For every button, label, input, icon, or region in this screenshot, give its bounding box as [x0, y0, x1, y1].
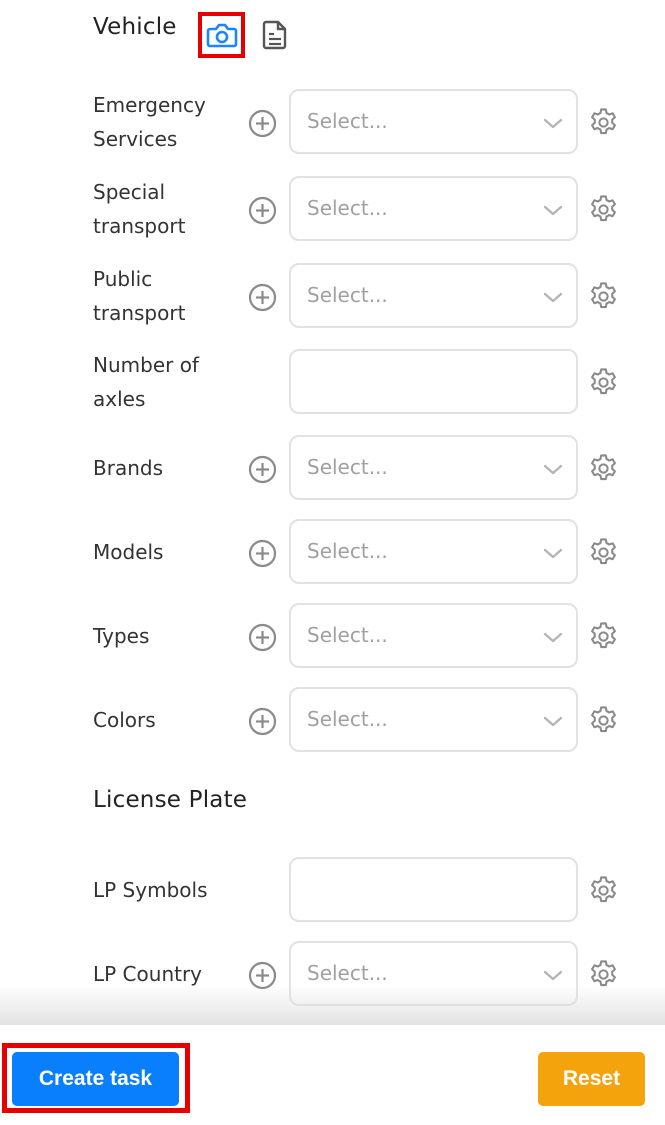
types-select[interactable]: Select...: [289, 603, 578, 668]
gear-icon[interactable]: [587, 874, 620, 907]
gear-icon[interactable]: [587, 280, 620, 313]
add-icon[interactable]: [248, 707, 277, 736]
create-task-button[interactable]: Create task: [12, 1052, 179, 1106]
vehicle-section-title: Vehicle: [93, 14, 177, 40]
chevron-down-icon[interactable]: [542, 965, 564, 985]
form-row-types: Types Select...: [0, 603, 665, 669]
gear-icon[interactable]: [587, 704, 620, 737]
form-row-colors: Colors Select...: [0, 687, 665, 753]
add-icon[interactable]: [248, 455, 277, 484]
chevron-down-icon[interactable]: [542, 459, 564, 479]
field-label: Number of axles: [93, 353, 199, 411]
document-button[interactable]: [260, 18, 290, 52]
license-plate-section-header: License Plate: [93, 787, 247, 813]
gear-icon[interactable]: [587, 106, 620, 139]
select-placeholder: Select...: [307, 539, 388, 563]
form-row-lp-symbols: LP Symbols: [0, 857, 665, 923]
gear-icon[interactable]: [587, 536, 620, 569]
brands-select[interactable]: Select...: [289, 435, 578, 500]
public-transport-select[interactable]: Select...: [289, 263, 578, 328]
field-label: LP Symbols: [93, 878, 208, 902]
field-label: Colors: [93, 708, 156, 732]
chevron-down-icon[interactable]: [542, 113, 564, 133]
add-icon[interactable]: [248, 539, 277, 568]
select-placeholder: Select...: [307, 707, 388, 731]
lp-symbols-input[interactable]: [289, 857, 578, 922]
chevron-down-icon[interactable]: [542, 200, 564, 220]
field-label: Special transport: [93, 180, 186, 238]
add-icon[interactable]: [248, 196, 277, 225]
select-placeholder: Select...: [307, 196, 388, 220]
field-label: Models: [93, 540, 164, 564]
field-label: Public transport: [93, 267, 186, 325]
form-row-public-transport: Public transport Select...: [0, 263, 665, 329]
field-label: Types: [93, 624, 150, 648]
camera-icon: [206, 23, 237, 48]
camera-button[interactable]: [198, 12, 245, 58]
select-placeholder: Select...: [307, 283, 388, 307]
select-placeholder: Select...: [307, 109, 388, 133]
field-label: Emergency Services: [93, 93, 206, 151]
form-row-emergency-services: Emergency Services Select...: [0, 89, 665, 155]
chevron-down-icon[interactable]: [542, 287, 564, 307]
emergency-services-select[interactable]: Select...: [289, 89, 578, 154]
vehicle-section-header: Vehicle: [93, 14, 177, 40]
chevron-down-icon[interactable]: [542, 627, 564, 647]
special-transport-select[interactable]: Select...: [289, 176, 578, 241]
chevron-down-icon[interactable]: [542, 711, 564, 731]
scroll-shadow: [0, 985, 665, 1025]
models-select[interactable]: Select...: [289, 519, 578, 584]
gear-icon[interactable]: [587, 366, 620, 399]
select-placeholder: Select...: [307, 961, 388, 985]
add-icon[interactable]: [248, 623, 277, 652]
task-form-scroll-area[interactable]: Vehicle Emergency Services Select... Speci…: [0, 0, 665, 1025]
add-icon[interactable]: [248, 283, 277, 312]
chevron-down-icon[interactable]: [542, 543, 564, 563]
reset-button[interactable]: Reset: [538, 1052, 645, 1106]
gear-icon[interactable]: [587, 193, 620, 226]
field-label: Brands: [93, 456, 163, 480]
form-row-number-of-axles: Number of axles: [0, 349, 665, 415]
document-icon: [262, 20, 287, 50]
add-icon[interactable]: [248, 109, 277, 138]
colors-select[interactable]: Select...: [289, 687, 578, 752]
gear-icon[interactable]: [587, 620, 620, 653]
gear-icon[interactable]: [587, 452, 620, 485]
form-row-models: Models Select...: [0, 519, 665, 585]
form-row-brands: Brands Select...: [0, 435, 665, 501]
form-row-special-transport: Special transport Select...: [0, 176, 665, 242]
license-plate-section-title: License Plate: [93, 787, 248, 813]
number-of-axles-input[interactable]: [289, 349, 578, 414]
select-placeholder: Select...: [307, 455, 388, 479]
select-placeholder: Select...: [307, 623, 388, 647]
